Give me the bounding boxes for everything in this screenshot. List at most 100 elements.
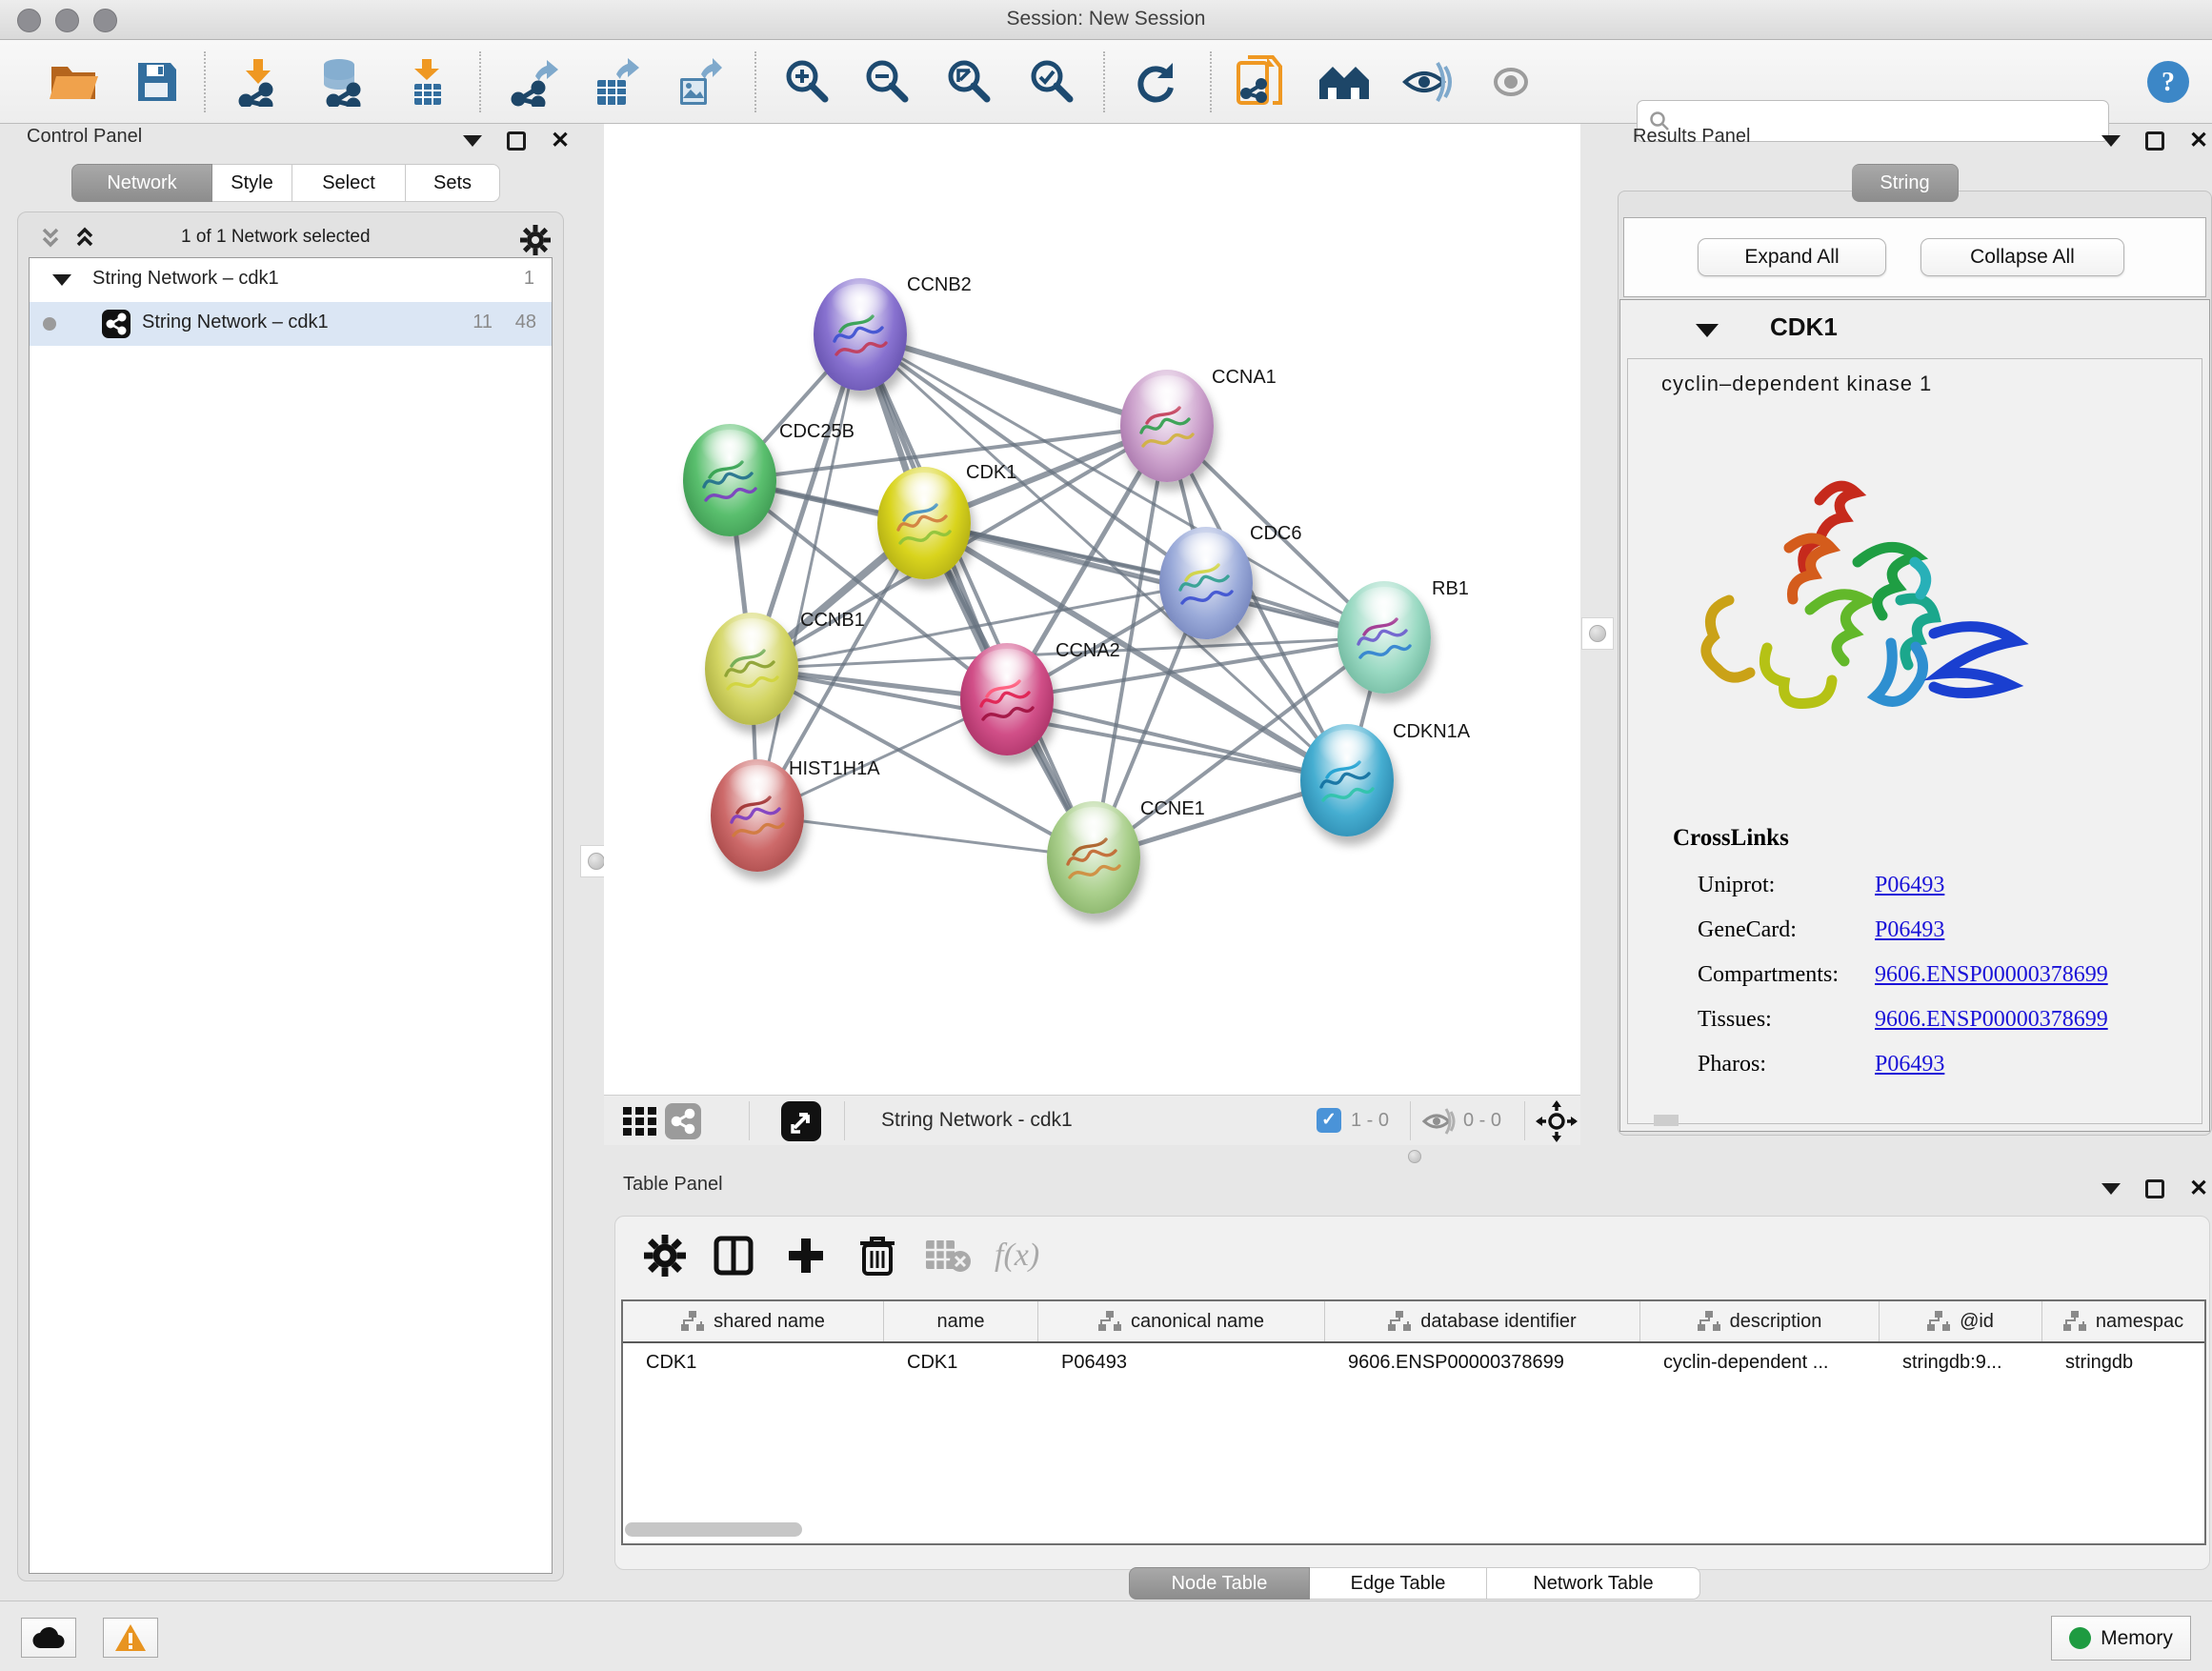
network-options-gear-icon[interactable]: [520, 225, 551, 255]
cloud-button[interactable]: [21, 1618, 76, 1658]
network-canvas[interactable]: CCNB2CCNA1CDC25BCDK1CDC6RB1CCNB1CCNA2CDK…: [604, 124, 1580, 1095]
show-all-eye-button[interactable]: [1484, 53, 1538, 111]
crosslink-compartments-link[interactable]: 9606.ENSP00000378699: [1875, 962, 2108, 988]
export-image-button[interactable]: [671, 53, 724, 111]
control-panel-float-icon[interactable]: [507, 131, 526, 151]
expand-all-icon[interactable]: [70, 227, 99, 252]
string-view-icon[interactable]: [665, 1103, 701, 1139]
network-edge-HIST1H1A-CCNE1[interactable]: [757, 815, 1094, 857]
results-panel-float-icon[interactable]: [2145, 131, 2164, 151]
scrollbar-thumb[interactable]: [625, 1522, 802, 1537]
crosslink-uniprot-link[interactable]: P06493: [1875, 873, 1944, 898]
footer-separator: [1410, 1101, 1411, 1140]
import-network-database-button[interactable]: [312, 53, 366, 111]
control-panel-collapse-icon[interactable]: [463, 135, 482, 147]
network-edge-CDK1-RB1[interactable]: [924, 523, 1384, 637]
network-node-CCNE1[interactable]: [1047, 801, 1140, 914]
network-node-CDC6[interactable]: [1159, 527, 1253, 639]
zoom-in-button[interactable]: [781, 53, 835, 111]
column-header[interactable]: description: [1640, 1301, 1880, 1341]
tab-style[interactable]: Style: [212, 164, 292, 202]
network-row-selected[interactable]: String Network – cdk1 11 48: [30, 302, 552, 346]
network-selection-row: 1 of 1 Network selected: [29, 225, 553, 253]
column-header[interactable]: namespac: [2042, 1301, 2204, 1341]
birdseye-grid-icon[interactable]: [623, 1107, 657, 1136]
network-node-CCNB2[interactable]: [814, 278, 907, 391]
show-columns-icon[interactable]: [713, 1235, 754, 1277]
open-in-window-icon[interactable]: [781, 1101, 821, 1141]
apply-layout-refresh-button[interactable]: [1129, 53, 1182, 111]
network-node-CCNA1[interactable]: [1120, 370, 1214, 482]
expand-all-button[interactable]: Expand All: [1698, 238, 1886, 276]
string-import-document-button[interactable]: [1233, 53, 1286, 111]
network-edge-CCNB2-CCNE1[interactable]: [860, 334, 1094, 857]
tab-select[interactable]: Select: [292, 164, 406, 202]
network-node-CCNA2[interactable]: [960, 643, 1054, 755]
export-table-button[interactable]: [588, 53, 641, 111]
memory-status-dot: [2069, 1627, 2091, 1649]
results-scrollbar[interactable]: [1654, 1115, 1679, 1126]
zoom-selected-button[interactable]: [1026, 53, 1079, 111]
table-panel-float-icon[interactable]: [2145, 1179, 2164, 1198]
function-builder-icon[interactable]: f(x): [995, 1235, 1039, 1277]
tab-network[interactable]: Network: [71, 164, 212, 202]
column-header[interactable]: database identifier: [1325, 1301, 1640, 1341]
main-toolbar: ?: [0, 40, 2212, 124]
column-header[interactable]: @id: [1880, 1301, 2042, 1341]
table-row[interactable]: CDK1 CDK1 P06493 9606.ENSP00000378699 cy…: [623, 1343, 2204, 1385]
collection-expand-icon[interactable]: [52, 274, 71, 286]
tab-node-table[interactable]: Node Table: [1129, 1567, 1310, 1600]
right-splitter-handle[interactable]: [1581, 617, 1614, 650]
network-edge-CCNB2-HIST1H1A[interactable]: [757, 334, 860, 815]
first-neighbors-houses-button[interactable]: [1317, 53, 1371, 111]
bottom-splitter-handle[interactable]: [1402, 1146, 1427, 1167]
hidden-eye-slash-icon[interactable]: [1421, 1107, 1458, 1136]
fit-content-crosshair-icon[interactable]: [1536, 1100, 1578, 1142]
node-label-CCNB1: CCNB1: [800, 610, 865, 632]
import-table-file-button[interactable]: [400, 53, 453, 111]
tab-sets[interactable]: Sets: [406, 164, 500, 202]
crosslink-tissues-link[interactable]: 9606.ENSP00000378699: [1875, 1007, 2108, 1033]
memory-button[interactable]: Memory: [2051, 1616, 2191, 1661]
results-panel-collapse-icon[interactable]: [2101, 135, 2121, 147]
control-panel-close-icon[interactable]: ✕: [551, 131, 570, 151]
column-header[interactable]: shared name: [623, 1301, 884, 1341]
selected-nodes-checkbox[interactable]: ✓: [1317, 1108, 1341, 1133]
crosslink-genecard-link[interactable]: P06493: [1875, 917, 1944, 943]
warnings-button[interactable]: [103, 1618, 158, 1658]
delete-table-icon[interactable]: [926, 1235, 972, 1277]
table-panel-close-icon[interactable]: ✕: [2189, 1179, 2208, 1198]
export-network-button[interactable]: [507, 53, 560, 111]
network-selection-status: 1 of 1 Network selected: [181, 227, 371, 248]
zoom-out-button[interactable]: [861, 53, 915, 111]
network-node-RB1[interactable]: [1337, 581, 1431, 694]
open-session-button[interactable]: [47, 53, 100, 111]
network-node-CDC25B[interactable]: [683, 424, 776, 536]
table-gear-icon[interactable]: [644, 1235, 686, 1277]
tab-string-results[interactable]: String: [1852, 164, 1959, 202]
gene-section-collapse-icon[interactable]: [1696, 324, 1719, 337]
tab-network-table[interactable]: Network Table: [1487, 1567, 1700, 1600]
network-collection-row[interactable]: String Network – cdk1 1: [30, 258, 552, 302]
column-header[interactable]: name: [884, 1301, 1038, 1341]
table-panel-collapse-icon[interactable]: [2101, 1183, 2121, 1195]
crosslink-pharos-link[interactable]: P06493: [1875, 1052, 1944, 1077]
table-horizontal-scrollbar[interactable]: [625, 1522, 2202, 1538]
add-column-icon[interactable]: [785, 1235, 827, 1277]
tab-edge-table[interactable]: Edge Table: [1310, 1567, 1487, 1600]
import-network-file-button[interactable]: [231, 53, 285, 111]
network-node-CDK1[interactable]: [877, 467, 971, 579]
collapse-all-icon[interactable]: [36, 227, 65, 252]
help-button[interactable]: ?: [2142, 53, 2195, 111]
footer-separator: [749, 1101, 750, 1140]
zoom-fit-button[interactable]: [943, 53, 996, 111]
collapse-all-button[interactable]: Collapse All: [1920, 238, 2124, 276]
column-header[interactable]: canonical name: [1038, 1301, 1325, 1341]
table-panel-title: Table Panel: [623, 1174, 723, 1196]
save-session-button[interactable]: [131, 53, 184, 111]
results-panel-close-icon[interactable]: ✕: [2189, 131, 2208, 151]
network-node-CCNB1[interactable]: [705, 613, 798, 725]
hide-selected-eye-slash-button[interactable]: [1401, 53, 1455, 111]
delete-column-trash-icon[interactable]: [857, 1235, 897, 1277]
network-node-CDKN1A[interactable]: [1300, 724, 1394, 836]
